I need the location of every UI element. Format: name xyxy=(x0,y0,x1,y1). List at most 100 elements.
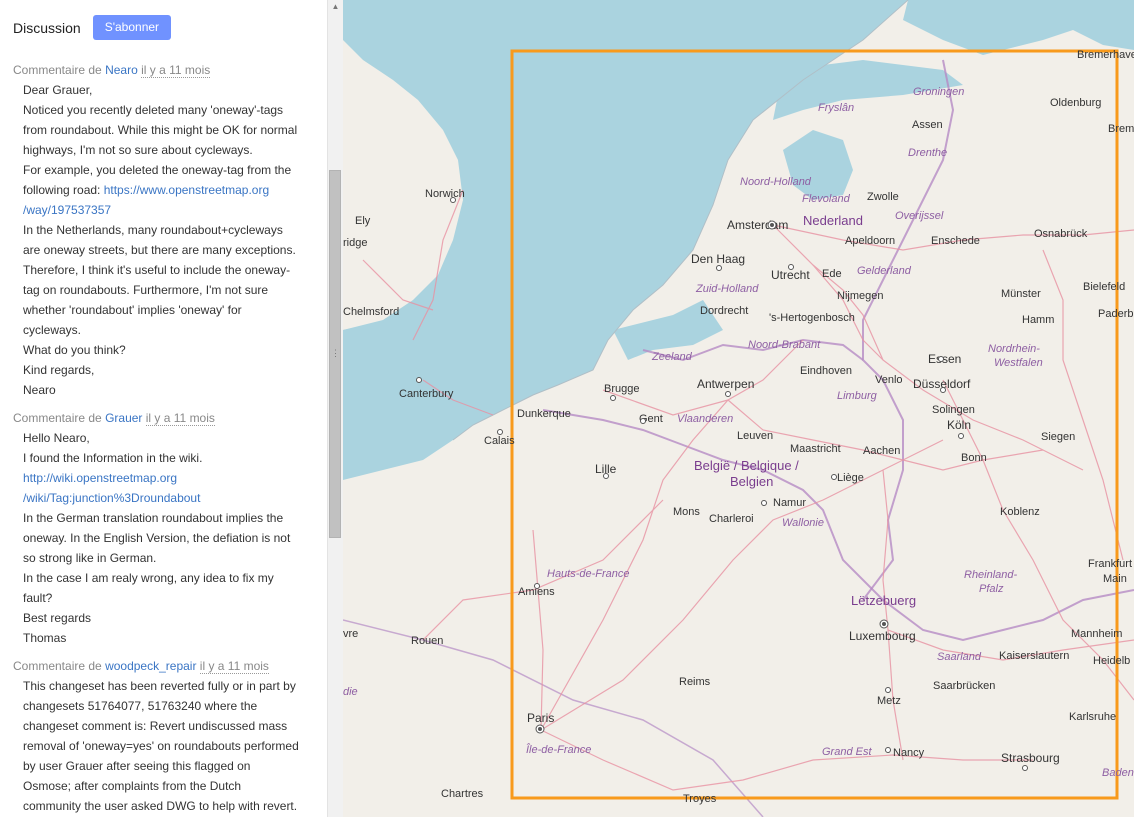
map-label: Nordrhein- xyxy=(988,343,1040,355)
comment-author-link[interactable]: Grauer xyxy=(105,411,142,425)
map-label: Bonn xyxy=(961,452,987,464)
comment-link[interactable]: /way/197537357 xyxy=(23,200,313,220)
map-label: Heidelb xyxy=(1093,655,1130,667)
map-label: Koblenz xyxy=(1000,506,1040,518)
map-label: Vlaanderen xyxy=(677,413,733,425)
map-label: Noord-Brabant xyxy=(748,339,821,351)
map-label: Metz xyxy=(877,695,901,707)
map-label: Paderb xyxy=(1098,308,1133,320)
map-label: Saarbrücken xyxy=(933,680,995,692)
map-label: Norwich xyxy=(425,188,465,200)
map-label: Siegen xyxy=(1041,431,1075,443)
comment-text: following road: xyxy=(23,183,104,197)
comment-timestamp: il y a 11 mois xyxy=(145,411,215,426)
comment-line: I found the Information in the wiki. xyxy=(23,451,203,465)
map-label: Dordrecht xyxy=(700,305,748,317)
map-label: België / Belgique / xyxy=(694,458,799,473)
comment-line: fault? xyxy=(23,591,53,605)
comment-list: Commentaire de Nearo il y a 11 mois Dear … xyxy=(13,60,313,817)
map-view[interactable]: Groningen Oldenburg Bremerhaven Brem Fry… xyxy=(343,0,1134,817)
comment-author-link[interactable]: Nearo xyxy=(105,63,138,77)
comment: Commentaire de Grauer il y a 11 mois Hell… xyxy=(13,408,313,648)
map-label: Kaiserslautern xyxy=(999,650,1069,662)
map-label: Apeldoorn xyxy=(845,235,895,247)
map-canvas[interactable]: Groningen Oldenburg Bremerhaven Brem Fry… xyxy=(343,0,1134,817)
map-label: Main xyxy=(1103,573,1127,585)
comment-prefix: Commentaire de xyxy=(13,659,102,673)
map-label: Namur xyxy=(773,497,806,509)
map-label: Hamm xyxy=(1022,314,1054,326)
comment-body: Dear Grauer, Noticed you recently deleted… xyxy=(13,80,313,400)
comment-meta: Commentaire de woodpeck_repair il y a 11… xyxy=(13,656,313,676)
comment-link[interactable]: /wiki/Tag:junction%3Droundabout xyxy=(23,488,313,508)
map-label: Rouen xyxy=(411,635,443,647)
comment-line: from roundabout. While this might be OK … xyxy=(23,123,298,137)
comment-author-link[interactable]: woodpeck_repair xyxy=(105,659,196,673)
map-label: Brugge xyxy=(604,383,639,395)
map-label: Zwolle xyxy=(867,191,899,203)
comment: Commentaire de Nearo il y a 11 mois Dear … xyxy=(13,60,313,400)
map-label: Nederland xyxy=(803,213,863,228)
comment-line: removal of 'oneway=yes' on roundabouts p… xyxy=(23,739,299,753)
comment-meta: Commentaire de Nearo il y a 11 mois xyxy=(13,60,313,80)
scroll-up-arrow-icon[interactable]: ▲ xyxy=(328,0,343,14)
map-label: Essen xyxy=(928,352,961,366)
comment-line: so strong like in German. xyxy=(23,551,157,565)
map-label: Solingen xyxy=(932,404,975,416)
map-label: Charleroi xyxy=(709,513,754,525)
map-label: Nijmegen xyxy=(837,290,883,302)
map-label: Osnabrück xyxy=(1034,228,1088,240)
sidebar-scrollbar[interactable]: ▲ ⋮ xyxy=(327,0,343,817)
comment-line: Dear Grauer, xyxy=(23,83,93,97)
map-label: Antwerpen xyxy=(697,377,754,391)
comment-meta: Commentaire de Grauer il y a 11 mois xyxy=(13,408,313,428)
discussion-title: Discussion xyxy=(13,19,81,36)
grip-icon: ⋮ xyxy=(331,348,340,358)
map-label: Oldenburg xyxy=(1050,97,1101,109)
comment-line: by user Grauer after seeing this flagged… xyxy=(23,759,251,773)
map-label: Zuid-Holland xyxy=(695,283,759,295)
map-label: Mons xyxy=(673,506,700,518)
map-label: Paris xyxy=(527,711,554,725)
map-label: Münster xyxy=(1001,288,1041,300)
way-link[interactable]: https://www.openstreetmap.org xyxy=(104,183,269,197)
map-label: Groningen xyxy=(913,86,964,98)
comment-line: Kind regards, xyxy=(23,363,95,377)
map-label: Aachen xyxy=(863,445,900,457)
subscribe-button[interactable]: S'abonner xyxy=(92,15,172,40)
comment-link[interactable]: http://wiki.openstreetmap.org xyxy=(23,468,313,488)
map-label: Eindhoven xyxy=(800,365,852,377)
comment-line: changeset comment is: Revert undiscussed… xyxy=(23,719,288,733)
map-label: Limburg xyxy=(837,390,878,402)
map-label: Drenthe xyxy=(908,147,947,159)
map-label: Grand Est xyxy=(822,746,872,758)
comment-line: Hello Nearo, xyxy=(23,431,90,445)
comment-line: Best regards xyxy=(23,611,92,625)
map-label: Brem xyxy=(1108,123,1134,135)
comment-line: are oneway streets, but there are many e… xyxy=(23,243,296,257)
comment-line: tag on roundabouts. Furthermore, I'm not… xyxy=(23,283,269,297)
map-label: Nancy xyxy=(893,747,925,759)
comment-line: highways, I'm not so sure about cycleway… xyxy=(23,143,253,157)
map-label: Belgien xyxy=(730,474,773,489)
map-label: Venlo xyxy=(875,374,903,386)
map-label: Dunkerque xyxy=(517,408,571,420)
comment-line: Therefore, I think it's useful to includ… xyxy=(23,263,291,277)
comment-line: following road: https://www.openstreetma… xyxy=(23,180,313,200)
comment-line: What do you think? xyxy=(23,343,126,357)
map-label: Saarland xyxy=(937,651,982,663)
map-label: Köln xyxy=(947,418,971,432)
map-label: Ede xyxy=(822,268,842,280)
comment-line: whether 'roundabout' implies 'oneway' fo… xyxy=(23,303,242,317)
map-label: die xyxy=(343,686,358,698)
map-label: Ely xyxy=(355,215,371,227)
map-label: Noord-Holland xyxy=(740,176,812,188)
map-label: Fryslân xyxy=(818,102,854,114)
comment-line: cycleways. xyxy=(23,323,82,337)
comment-timestamp: il y a 11 mois xyxy=(141,63,211,78)
map-label: Utrecht xyxy=(771,268,810,282)
comment-line: In the Netherlands, many roundabout+cycl… xyxy=(23,223,283,237)
map-label: Wallonie xyxy=(782,517,824,529)
comment-line: For example, you deleted the oneway-tag … xyxy=(23,163,292,177)
comment: Commentaire de woodpeck_repair il y a 11… xyxy=(13,656,313,816)
